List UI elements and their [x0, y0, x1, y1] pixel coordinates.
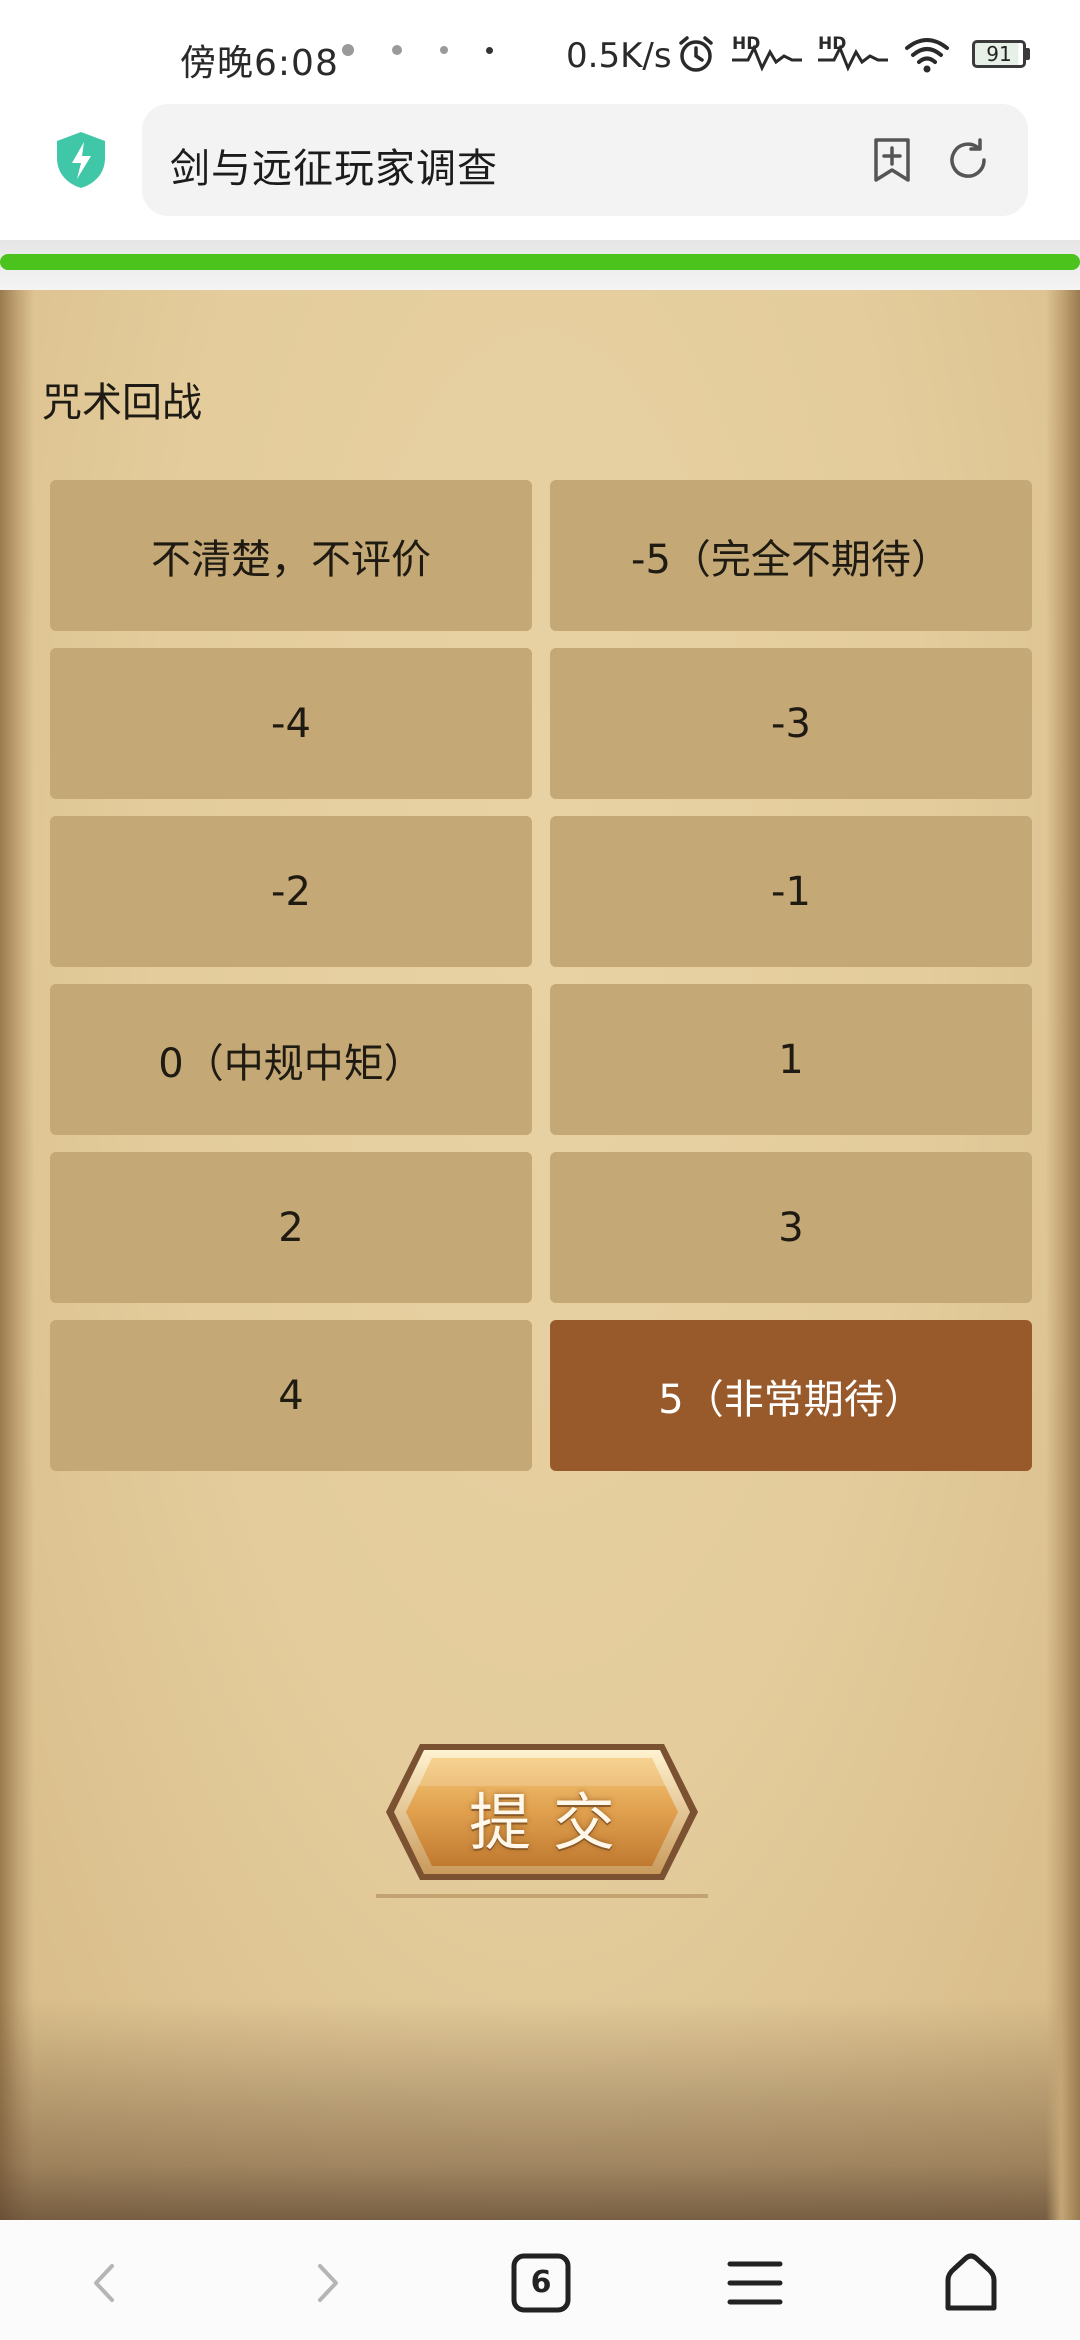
- home-button[interactable]: [936, 2248, 1006, 2318]
- status-time: 傍晚6:08: [180, 43, 339, 84]
- answer-option[interactable]: 1: [550, 984, 1032, 1135]
- answer-option[interactable]: 4: [50, 1320, 532, 1471]
- answer-option[interactable]: -1: [550, 816, 1032, 967]
- answer-option[interactable]: 2: [50, 1152, 532, 1303]
- forward-icon: [318, 2264, 338, 2302]
- battery-level: 91: [972, 40, 1026, 68]
- survey-page: 咒术回战 不清楚，不评价 -5（完全不期待） -4 -3 -2 -1 0（中规中矩） 1 2 3 4…: [0, 290, 1080, 2220]
- notification-icons: [342, 44, 493, 56]
- page-title[interactable]: 剑与远征玩家调查: [170, 136, 498, 194]
- wifi-icon: [905, 38, 949, 73]
- submit-button-label: 提交: [468, 1786, 637, 1859]
- answer-option[interactable]: 不清楚，不评价: [50, 480, 532, 631]
- menu-button[interactable]: [720, 2248, 790, 2318]
- notification-icon: [440, 46, 448, 54]
- notification-icon: [486, 46, 493, 54]
- status-bar: 傍晚6:08 0.5K/s HD HD 91: [0, 0, 1080, 100]
- bottom-navigation: 6: [0, 2220, 1080, 2340]
- answer-option[interactable]: -5（完全不期待）: [550, 480, 1032, 631]
- signal-icon: HD: [732, 34, 802, 74]
- answer-options: 不清楚，不评价 -5（完全不期待） -4 -3 -2 -1 0（中规中矩） 1 2 3 4 5（非常期…: [50, 480, 1032, 1471]
- forward-button[interactable]: [290, 2248, 360, 2318]
- notification-icon: [392, 45, 402, 55]
- status-icons: HD HD 91: [676, 34, 1030, 74]
- answer-option[interactable]: 5（非常期待）: [550, 1320, 1032, 1471]
- answer-option[interactable]: 0（中规中矩）: [50, 984, 532, 1135]
- shield-icon[interactable]: [54, 130, 108, 190]
- tabs-button[interactable]: 6: [506, 2248, 576, 2318]
- notification-icon: [342, 44, 354, 56]
- answer-option[interactable]: 3: [550, 1152, 1032, 1303]
- progress-fill: [0, 254, 1080, 270]
- battery-icon: 91: [972, 40, 1030, 68]
- home-icon: [945, 2253, 997, 2311]
- signal-icon: HD: [818, 34, 888, 74]
- submit-button[interactable]: 提交: [376, 1730, 708, 1902]
- answer-option[interactable]: -2: [50, 816, 532, 967]
- menu-icon: [727, 2261, 783, 2305]
- back-icon: [94, 2264, 114, 2302]
- question-title: 咒术回战: [42, 380, 202, 426]
- page-load-progress: [0, 240, 1080, 290]
- tab-count: 6: [530, 2265, 552, 2300]
- network-speed: 0.5K/s: [566, 36, 672, 76]
- back-button[interactable]: [72, 2248, 142, 2318]
- browser-header: 剑与远征玩家调查: [0, 100, 1080, 240]
- refresh-icon[interactable]: [942, 134, 994, 186]
- add-bookmark-icon[interactable]: [866, 134, 918, 186]
- alarm-icon: [679, 36, 713, 72]
- answer-option[interactable]: -4: [50, 648, 532, 799]
- answer-option[interactable]: -3: [550, 648, 1032, 799]
- address-bar[interactable]: 剑与远征玩家调查: [142, 104, 1028, 216]
